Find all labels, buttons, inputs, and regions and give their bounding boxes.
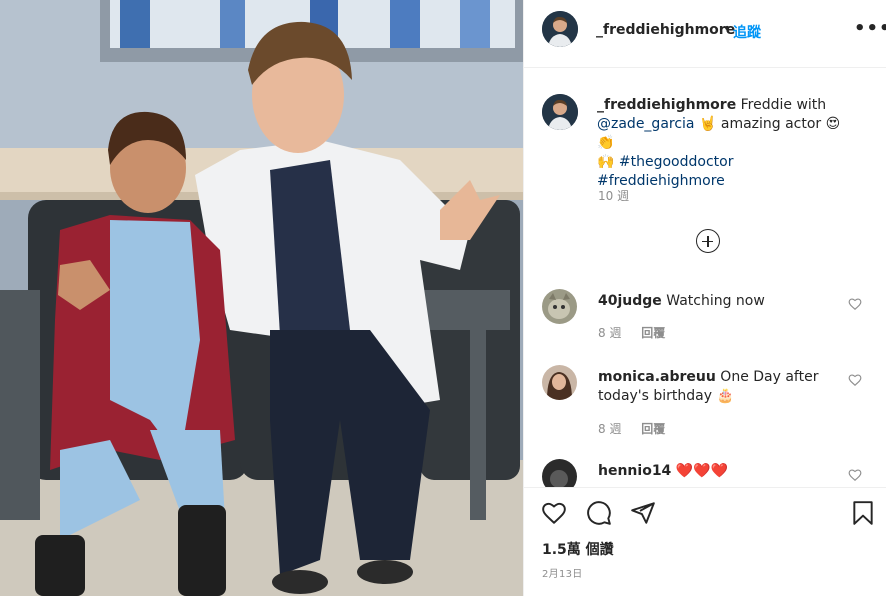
caption-hashtag[interactable]: #thegooddoctor xyxy=(619,154,734,170)
comment-bubble-icon[interactable] xyxy=(586,500,612,526)
post-date[interactable]: 2月13日 xyxy=(542,565,583,580)
caption-timestamp: 10 週 xyxy=(598,189,630,203)
comment-timestamp: 8 週 xyxy=(598,422,622,436)
comment-like-icon[interactable] xyxy=(848,468,862,482)
comment-username[interactable]: hennio14 xyxy=(598,463,671,479)
reply-button[interactable]: 回覆 xyxy=(641,326,665,340)
commenter-avatar[interactable] xyxy=(542,365,577,400)
post-header: _freddiehighmore • 追蹤 ••• xyxy=(524,0,886,68)
post-caption: _freddiehighmore Freddie with @zade_garc… xyxy=(597,96,857,191)
caption-avatar[interactable] xyxy=(542,94,578,130)
like-heart-icon[interactable] xyxy=(541,500,567,526)
comment-item: hennio14 ❤️❤️❤️ xyxy=(524,459,886,487)
post-actions: 1.5萬 個讚 2月13日 xyxy=(524,487,886,596)
comment-item: 40judge Watching now 8 週 回覆 xyxy=(524,289,886,359)
post-photo[interactable] xyxy=(0,0,523,596)
save-bookmark-icon[interactable] xyxy=(850,500,876,526)
reply-button[interactable]: 回覆 xyxy=(641,422,665,436)
caption-text: amazing actor xyxy=(720,116,826,132)
caption-mention[interactable]: @zade_garcia xyxy=(597,116,695,132)
commenter-avatar[interactable] xyxy=(542,289,577,324)
share-paper-plane-icon[interactable] xyxy=(630,500,656,526)
post-details-panel: _freddiehighmore • 追蹤 ••• _freddiehighmo… xyxy=(523,0,886,596)
caption-emoji: 🙌 xyxy=(597,154,615,170)
header-separator: • xyxy=(723,21,732,37)
follow-button[interactable]: 追蹤 xyxy=(733,22,761,42)
load-more-comments-icon[interactable] xyxy=(696,229,720,253)
comment-like-icon[interactable] xyxy=(848,297,862,311)
author-avatar[interactable] xyxy=(542,11,578,47)
comment-like-icon[interactable] xyxy=(848,373,862,387)
photo-illustration xyxy=(0,0,523,596)
comment-item: monica.abreuu One Day after today's birt… xyxy=(524,365,886,437)
comment-meta: 8 週 回覆 xyxy=(598,324,681,341)
comment-text: monica.abreuu One Day after today's birt… xyxy=(598,369,819,404)
comment-username[interactable]: monica.abreuu xyxy=(598,369,716,385)
more-options-icon[interactable]: ••• xyxy=(854,18,886,39)
likes-count[interactable]: 1.5萬 個讚 xyxy=(542,539,614,559)
commenter-avatar[interactable] xyxy=(542,459,577,487)
caption-username[interactable]: _freddiehighmore xyxy=(597,97,736,113)
author-username[interactable]: _freddiehighmore xyxy=(596,22,735,38)
comment-text: hennio14 ❤️❤️❤️ xyxy=(598,463,729,479)
comment-meta: 8 週 回覆 xyxy=(598,420,681,437)
caption-text: Freddie with xyxy=(736,97,827,113)
caption-emoji: 🤘 xyxy=(694,116,721,132)
comment-timestamp: 8 週 xyxy=(598,326,622,340)
comment-username[interactable]: 40judge xyxy=(598,293,662,309)
comment-text: 40judge Watching now xyxy=(598,293,765,309)
